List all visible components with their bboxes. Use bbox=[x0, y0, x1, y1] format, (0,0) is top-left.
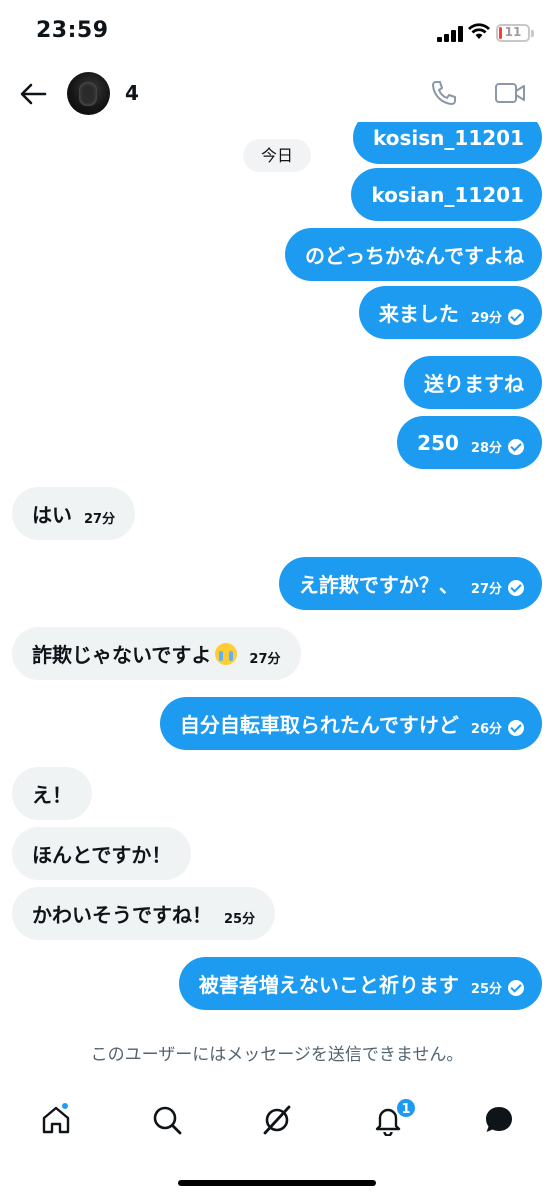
message-timestamp: 27分 bbox=[470, 582, 502, 597]
message-bubble-incoming[interactable]: え！ bbox=[12, 767, 92, 820]
message-text: 被害者増えないこと祈ります bbox=[198, 973, 459, 997]
message-text: え！ bbox=[32, 783, 72, 807]
search-icon[interactable] bbox=[151, 1104, 183, 1136]
message-timestamp: 26分 bbox=[470, 722, 502, 737]
read-check-icon bbox=[508, 719, 524, 736]
home-unread-dot bbox=[60, 1101, 70, 1111]
status-bar: 23:59 11 bbox=[0, 0, 554, 66]
battery-percentage: 11 bbox=[504, 25, 522, 39]
message-bubble-incoming[interactable]: 詐欺じゃないですよ 27分 bbox=[12, 627, 301, 680]
video-camera-icon[interactable] bbox=[494, 81, 526, 105]
grok-icon[interactable] bbox=[261, 1104, 293, 1136]
cellular-signal-icon bbox=[437, 26, 463, 42]
message-meta: 26分 bbox=[471, 718, 524, 737]
battery-icon: 11 bbox=[496, 24, 530, 42]
message-thread[interactable]: 今日 kosisn_11201 kosian_11201 のどっちかなんですよね… bbox=[0, 122, 554, 1030]
message-text: 自分自転車取られたんですけど bbox=[179, 713, 459, 737]
notification-badge: 1 bbox=[395, 1097, 417, 1119]
message-timestamp: 25分 bbox=[470, 982, 502, 997]
message-meta: 25分 bbox=[471, 978, 524, 997]
phone-icon[interactable] bbox=[430, 79, 458, 107]
contact-name[interactable]: 4 bbox=[125, 81, 139, 105]
home-indicator[interactable] bbox=[178, 1180, 376, 1186]
message-text: 詐欺じゃないですよ bbox=[32, 643, 212, 667]
message-timestamp: 27分 bbox=[84, 512, 116, 527]
message-bubble-outgoing[interactable]: え詐欺ですか？、 27分 bbox=[278, 557, 542, 610]
message-text: はい bbox=[32, 503, 72, 527]
message-text: kosian_11201 bbox=[371, 182, 524, 207]
message-text: かわいそうですね！ bbox=[32, 903, 212, 927]
message-text: kosisn_11201 bbox=[373, 125, 524, 150]
contact-avatar[interactable] bbox=[67, 72, 110, 115]
read-check-icon bbox=[508, 438, 524, 455]
read-check-icon bbox=[508, 579, 524, 596]
message-bubble-outgoing[interactable]: kosisn_11201 bbox=[353, 122, 542, 164]
message-meta: 29分 bbox=[471, 307, 524, 326]
message-text: ほんとですか！ bbox=[32, 843, 172, 867]
message-text: のどっちかなんですよね bbox=[305, 244, 524, 268]
message-meta: 28分 bbox=[471, 437, 524, 456]
message-bubble-outgoing[interactable]: 自分自転車取られたんですけど 26分 bbox=[159, 697, 542, 750]
message-bubble-outgoing[interactable]: のどっちかなんですよね bbox=[285, 228, 542, 281]
message-bubble-outgoing[interactable]: 被害者増えないこと祈ります 25分 bbox=[178, 957, 542, 1010]
message-timestamp: 29分 bbox=[470, 311, 502, 326]
message-text: 250 bbox=[417, 430, 459, 455]
message-timestamp: 27分 bbox=[249, 652, 281, 667]
battery-cap bbox=[531, 30, 534, 37]
message-bubble-incoming[interactable]: ほんとですか！ bbox=[12, 827, 192, 880]
message-text: え詐欺ですか？、 bbox=[298, 573, 459, 597]
crying-face-emoji-icon bbox=[215, 642, 238, 665]
cannot-message-notice: このユーザーにはメッセージを送信できません。 bbox=[90, 1045, 464, 1065]
message-bubble-outgoing[interactable]: 送りますね bbox=[404, 356, 542, 409]
message-meta: 27分 bbox=[471, 578, 524, 597]
back-arrow-icon[interactable] bbox=[18, 80, 48, 108]
message-text: 来ました bbox=[378, 302, 459, 326]
message-bubble-outgoing[interactable]: kosian_11201 bbox=[351, 168, 542, 221]
message-bubble-incoming[interactable]: はい 27分 bbox=[12, 487, 136, 540]
read-check-icon bbox=[508, 308, 524, 325]
message-timestamp: 25分 bbox=[224, 912, 256, 927]
message-text: 送りますね bbox=[424, 372, 524, 396]
message-timestamp: 28分 bbox=[470, 441, 502, 456]
message-bubble-outgoing[interactable]: 250 28分 bbox=[397, 416, 542, 469]
read-check-icon bbox=[508, 979, 524, 996]
conversation-header: 4 bbox=[0, 66, 554, 122]
status-time: 23:59 bbox=[36, 18, 109, 43]
messages-icon[interactable] bbox=[483, 1104, 515, 1136]
wifi-icon bbox=[468, 23, 490, 39]
message-bubble-incoming[interactable]: かわいそうですね！ 25分 bbox=[12, 887, 276, 940]
date-separator: 今日 bbox=[243, 139, 311, 172]
message-bubble-outgoing[interactable]: 来ました 29分 bbox=[358, 286, 542, 339]
bottom-tab-bar bbox=[0, 1092, 554, 1152]
